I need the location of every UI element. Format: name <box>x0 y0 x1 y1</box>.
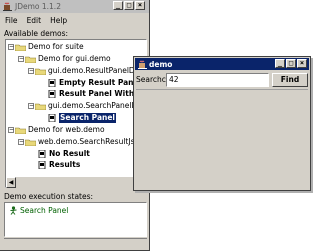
tree-node-gui-demo[interactable]: − Demo for gui.demo <box>18 54 111 64</box>
main-titlebar[interactable]: JDemo 1.1.2 _ □ × <box>0 0 149 13</box>
state-item[interactable]: Search Panel <box>9 206 68 215</box>
tree-label-selected: Search Panel <box>59 113 116 123</box>
available-demos-label: Available demos: <box>4 29 69 38</box>
java-cup-icon <box>138 60 147 69</box>
menu-file[interactable]: File <box>5 15 18 27</box>
search-label: Searchc <box>136 75 166 84</box>
close-button[interactable]: × <box>297 59 307 68</box>
collapse-toggle[interactable]: − <box>28 103 34 109</box>
tree-node-suite[interactable]: − Demo for suite <box>8 42 84 52</box>
tree-label: Demo for web.demo <box>28 125 105 134</box>
folder-icon <box>15 44 26 51</box>
folder-icon <box>25 56 36 63</box>
result-area <box>136 89 308 188</box>
search-input[interactable]: 42 <box>166 73 269 87</box>
demo-leaf-icon <box>48 90 56 98</box>
running-state-icon <box>10 206 17 215</box>
menu-help[interactable]: Help <box>50 15 67 27</box>
tree-label: No Result <box>49 149 90 158</box>
demo-window: demo _ □ × Searchc 42 Find <box>133 56 311 191</box>
demo-leaf-icon <box>38 161 46 169</box>
maximize-button[interactable]: □ <box>286 59 296 68</box>
execution-states-label: Demo execution states: <box>4 192 94 201</box>
tree-leaf-results[interactable]: Results <box>38 160 80 170</box>
tree-label: Demo for gui.demo <box>38 54 111 63</box>
tree-label: Results <box>49 160 81 169</box>
tree-node-web-demo[interactable]: − Demo for web.demo <box>8 125 105 135</box>
menu-bar: File Edit Help <box>0 15 67 27</box>
tree-horizontal-scrollbar[interactable]: ◀ ▶ <box>6 176 146 188</box>
demo-titlebar[interactable]: demo _ □ × <box>135 58 309 70</box>
execution-states-list[interactable]: Search Panel <box>4 202 147 237</box>
collapse-toggle[interactable]: − <box>8 44 14 50</box>
tree-node-result-panel-demo[interactable]: − gui.demo.ResultPanelDemo <box>28 66 146 76</box>
tree-label: web.demo.SearchResultJsp <box>38 137 140 146</box>
demo-leaf-icon <box>48 114 56 122</box>
minimize-button[interactable]: _ <box>113 1 123 10</box>
tree-label: Demo for suite <box>28 42 84 51</box>
close-button[interactable]: × <box>135 1 145 10</box>
folder-icon <box>25 139 36 146</box>
java-cup-icon <box>3 2 12 11</box>
search-row: Searchc 42 Find <box>136 73 308 87</box>
status-bar <box>4 238 147 248</box>
find-button[interactable]: Find <box>272 73 308 87</box>
state-label: Search Panel <box>20 206 69 215</box>
demo-window-title: demo <box>149 60 173 69</box>
collapse-toggle[interactable]: − <box>8 127 14 133</box>
main-window-title: JDemo 1.1.2 <box>15 2 61 11</box>
folder-icon <box>35 68 46 75</box>
menu-edit[interactable]: Edit <box>27 15 42 27</box>
tree-leaf-search-panel[interactable]: Search Panel <box>48 113 116 123</box>
folder-icon <box>35 103 46 110</box>
collapse-toggle[interactable]: − <box>18 139 24 145</box>
scroll-left-arrow-icon[interactable]: ◀ <box>6 177 16 188</box>
collapse-toggle[interactable]: − <box>28 68 34 74</box>
tree-leaf-no-result[interactable]: No Result <box>38 149 90 159</box>
folder-icon <box>15 127 26 134</box>
tree-node-search-result-jsp[interactable]: − web.demo.SearchResultJsp <box>18 137 139 147</box>
maximize-button[interactable]: □ <box>124 1 134 10</box>
demo-tree[interactable]: − Demo for suite − Demo for gui.demo − g… <box>5 39 147 188</box>
minimize-button[interactable]: _ <box>275 59 285 68</box>
demo-leaf-icon <box>38 150 46 158</box>
tree-leaf-empty-result-panel[interactable]: Empty Result Panel <box>48 78 141 88</box>
main-window: JDemo 1.1.2 _ □ × File Edit Help Availab… <box>0 0 150 251</box>
demo-leaf-icon <box>48 79 56 87</box>
collapse-toggle[interactable]: − <box>18 56 24 62</box>
tree-node-search-panel-demo[interactable]: − gui.demo.SearchPanelDemo <box>28 101 146 111</box>
tree-label: Empty Result Panel <box>59 78 142 87</box>
